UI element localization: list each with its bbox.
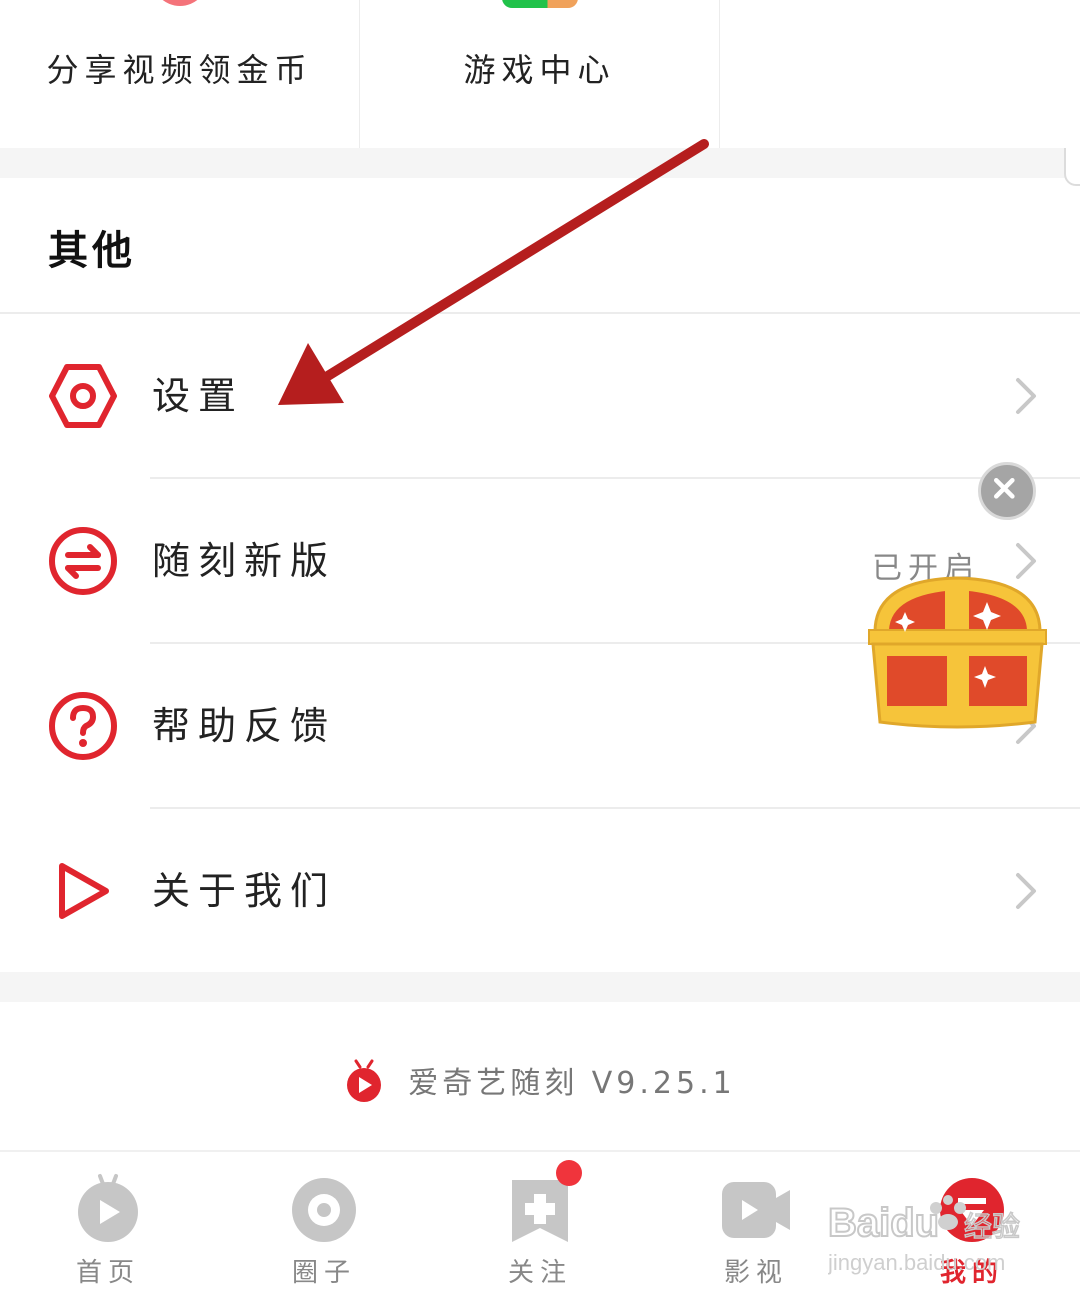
menu-item-settings[interactable]: 设置: [0, 314, 1080, 478]
watermark-brand: Baidu: [828, 1201, 939, 1245]
switch-arrows-icon: [49, 527, 117, 595]
iqiyi-suike-logo: [347, 1059, 382, 1102]
tab-label: 关注: [507, 1258, 572, 1288]
tab-home[interactable]: 首页: [0, 1152, 216, 1302]
tab-label: 圈子: [291, 1258, 356, 1288]
treasure-chest-icon[interactable]: [865, 572, 1050, 732]
menu-item-label: 关于我们: [152, 869, 337, 913]
menu-item-label: 帮助反馈: [152, 704, 337, 748]
section-gap: [0, 972, 1080, 1002]
watermark-url: jingyan.baidu.com: [828, 1250, 1005, 1275]
section-gap: [0, 148, 1080, 178]
menu-item-label: 随刻新版: [152, 539, 337, 583]
grid-item-share-video-coins[interactable]: 分享视频领金币: [0, 0, 360, 148]
tab-label: 首页: [75, 1258, 140, 1288]
circle-icon: [292, 1178, 356, 1242]
feature-grid: 分享视频领金币 游戏中心: [0, 0, 1080, 148]
scroll-indicator: [1064, 148, 1080, 186]
grid-item-label: 分享视频领金币: [46, 51, 313, 89]
baidu-watermark-logo: Baidu 经验 jingyan.baidu.com: [828, 1195, 1021, 1275]
section-title: 其他: [48, 228, 136, 274]
version-info: 爱奇艺随刻 V9.25.1: [0, 1045, 1080, 1115]
settings-hex-icon: [49, 364, 117, 428]
grid-item-label: 游戏中心: [463, 51, 616, 89]
menu-item-label: 设置: [152, 374, 245, 418]
home-tv-icon: [78, 1174, 138, 1242]
close-float-button[interactable]: [978, 462, 1036, 520]
video-camera-icon: [722, 1182, 790, 1238]
menu-item-about-us[interactable]: 关于我们: [0, 809, 1080, 973]
grid-item-game-center[interactable]: 游戏中心: [360, 0, 720, 148]
grid-item-empty: [720, 0, 1080, 148]
tab-circle[interactable]: 圈子: [216, 1152, 432, 1302]
version-text: 爱奇艺随刻 V9.25.1: [408, 1066, 736, 1101]
close-icon: [994, 478, 1015, 499]
tab-follow[interactable]: 关注: [432, 1152, 648, 1302]
play-triangle-icon: [59, 863, 109, 919]
help-question-icon: [49, 692, 117, 760]
chevron-right-icon: [1016, 378, 1036, 414]
game-center-icon: [502, 0, 578, 8]
notification-badge: [556, 1160, 582, 1186]
watermark-sub: 经验: [964, 1210, 1020, 1243]
chevron-right-icon: [1016, 873, 1036, 909]
